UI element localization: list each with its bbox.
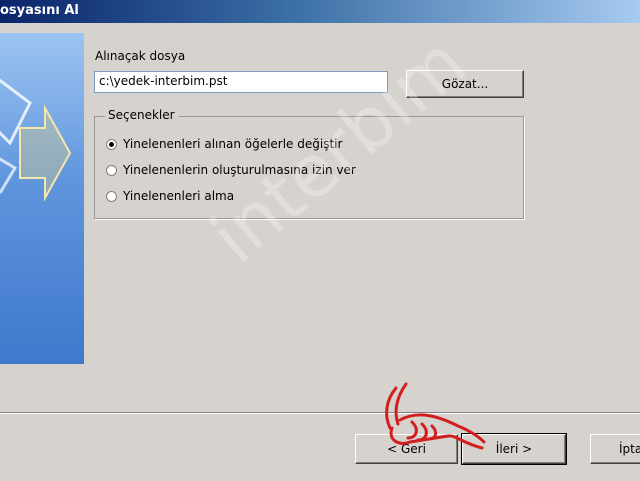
option-label: Yinelenenleri alma: [123, 189, 235, 203]
wizard-banner: [0, 33, 84, 364]
option-replace-duplicates[interactable]: Yinelenenleri alınan öğelerle değiştir: [106, 137, 342, 151]
cancel-button[interactable]: İpta: [590, 434, 640, 464]
title-bar: osyasını Al: [0, 0, 640, 23]
option-skip-duplicates[interactable]: Yinelenenleri alma: [106, 189, 234, 203]
file-path-input[interactable]: c:\yedek-interbim.pst: [94, 71, 388, 93]
radio-icon[interactable]: [106, 164, 117, 176]
option-allow-duplicates[interactable]: Yinelenenlerin oluşturulmasına izin ver: [106, 163, 356, 177]
radio-icon[interactable]: [106, 138, 117, 150]
option-label: Yinelenenleri alınan öğelerle değiştir: [123, 137, 343, 151]
arrow-graphic-icon: [0, 78, 72, 202]
window-title: osyasını Al: [0, 3, 79, 18]
footer-separator: [0, 412, 640, 414]
file-label: Alınaçak dosya: [95, 49, 186, 63]
pointing-hand-icon: [385, 382, 486, 450]
options-caption: Seçenekler: [105, 108, 178, 122]
radio-icon[interactable]: [106, 190, 117, 202]
browse-button[interactable]: Gözat...: [406, 70, 524, 98]
option-label: Yinelenenlerin oluşturulmasına izin ver: [123, 163, 356, 177]
